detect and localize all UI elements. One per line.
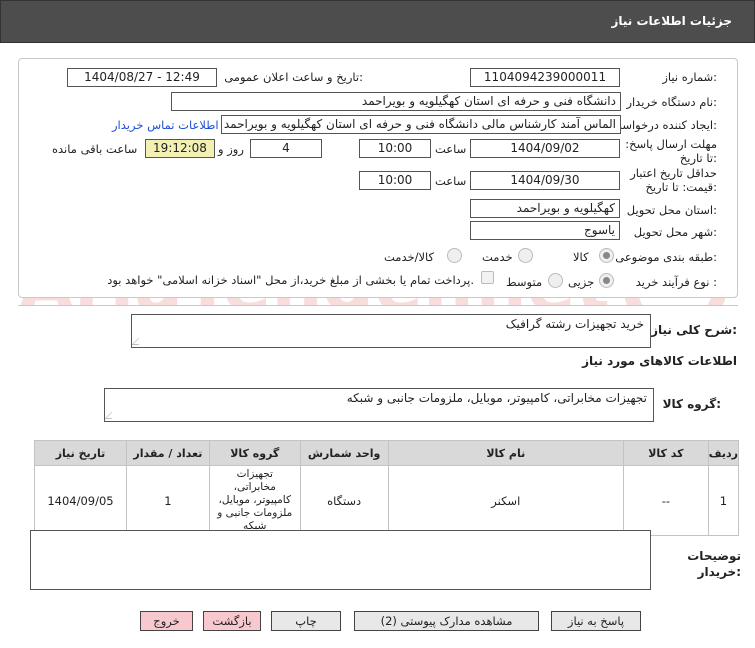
goods-group-textarea[interactable]: تجهیزات مخابراتی، کامپیوتر، موبایل، ملزو… [104, 388, 654, 422]
price-time-label: ساعت [435, 174, 467, 188]
announce-datetime-field: 1404/08/27 - 12:49 [67, 68, 217, 87]
process-radio-minor[interactable] [599, 273, 614, 288]
description-label: شرح کلی نیاز: [651, 323, 737, 337]
price-validity-label: حداقل تاریخ اعتبار قیمت: تا تاریخ: [630, 166, 717, 194]
col-header-item-code: کد کالا [622, 440, 709, 466]
category-label: طبقه بندی موضوعی: [615, 250, 717, 264]
price-validity-time: 10:00 [359, 171, 431, 190]
days-label: روز و [218, 142, 244, 156]
resize-grip-icon [131, 338, 146, 345]
cell-row-number: 1 [707, 465, 740, 536]
cell-item-code: -- [622, 465, 709, 536]
description-textarea[interactable]: خرید تجهیزات رشته گرافیک [131, 314, 651, 348]
category-radio-goods-service[interactable] [447, 248, 462, 263]
need-number-label: شماره نیاز: [662, 70, 717, 84]
print-button[interactable]: چاپ [271, 611, 341, 631]
remaining-time-label: ساعت باقی مانده [52, 142, 138, 156]
cell-quantity: 1 [125, 465, 210, 536]
table-row[interactable]: 1 -- اسکنر دستگاه تجهیزات مخابراتی، کامپ… [34, 465, 740, 536]
reply-time-label: ساعت [435, 142, 467, 156]
page-header: جزئیات اطلاعات نیاز [0, 0, 755, 43]
creator-field: الماس آمند کارشناس مالی دانشگاه فنی و حر… [221, 115, 621, 134]
delivery-city-label: شهر محل تحویل: [633, 225, 717, 239]
category-radio-service[interactable] [518, 248, 533, 263]
delivery-province-field: کهگیلویه و بویراحمد [470, 199, 620, 218]
goods-group-text: تجهیزات مخابراتی، کامپیوتر، موبایل، ملزو… [346, 391, 647, 405]
col-header-row-number: ردیف [707, 440, 740, 466]
reply-deadline-date: 1404/09/02 [470, 139, 620, 158]
goods-info-title: اطلاعات کالاهای مورد نیاز [582, 354, 737, 368]
remaining-days: 4 [250, 139, 322, 158]
exit-button[interactable]: خروج [140, 611, 193, 631]
description-text: خرید تجهیزات رشته گرافیک [505, 317, 644, 331]
col-header-need-date: تاریخ نیاز [34, 440, 127, 466]
buyer-org-field: دانشگاه فنی و حرفه ای استان کهگیلویه و ب… [171, 92, 621, 111]
col-header-goods-group: گروه کالا [208, 440, 301, 466]
category-option-service: خدمت [482, 250, 513, 264]
process-option-medium: متوسط [506, 275, 543, 289]
buyer-org-label: نام دستگاه خریدار: [626, 95, 717, 109]
buyer-contact-link[interactable]: اطلاعات تماس خریدار [112, 118, 219, 132]
cell-item-name: اسکنر [387, 465, 624, 536]
cell-need-date: 1404/09/05 [34, 465, 127, 536]
back-button[interactable]: بازگشت [203, 611, 261, 631]
col-header-unit: واحد شمارش [299, 440, 389, 466]
reply-deadline-label: مهلت ارسال پاسخ: تا تاریخ: [625, 137, 717, 165]
process-option-minor: جزیی [568, 275, 595, 289]
delivery-city-field: یاسوج [470, 221, 620, 240]
col-header-item-name: نام کالا [387, 440, 624, 466]
cell-unit: دستگاه [299, 465, 389, 536]
announce-datetime-label: تاریخ و ساعت اعلان عمومی: [224, 70, 363, 84]
page-title: جزئیات اطلاعات نیاز [611, 14, 732, 28]
category-option-goods: کالا [573, 250, 589, 264]
view-attachments-button[interactable]: مشاهده مدارک پیوستی (2) [354, 611, 539, 631]
cell-goods-group: تجهیزات مخابراتی، کامپیوتر، موبایل، ملزو… [208, 465, 301, 536]
need-number-field: 1104094239000011 [470, 68, 620, 87]
creator-label: ایجاد کننده درخواست: [611, 118, 717, 132]
delivery-province-label: استان محل تحویل: [626, 203, 717, 217]
goods-group-label: گروه کالا: [662, 397, 721, 411]
price-validity-date: 1404/09/30 [470, 171, 620, 190]
category-radio-goods[interactable] [599, 248, 614, 263]
category-option-goods-service: کالا/خدمت [384, 250, 435, 264]
remaining-time: 19:12:08 [145, 139, 215, 158]
treasury-payment-note: پرداخت تمام یا بخشی از مبلغ خرید،از محل … [107, 273, 474, 287]
treasury-payment-checkbox[interactable] [481, 271, 494, 284]
buyer-notes-textarea[interactable] [30, 530, 651, 590]
items-table: ردیف کد کالا نام کالا واحد شمارش گروه کا… [34, 440, 740, 536]
reply-button[interactable]: پاسخ به نیاز [551, 611, 641, 631]
resize-grip-icon [104, 412, 119, 419]
process-radio-medium[interactable] [548, 273, 563, 288]
buyer-notes-label: توضیحات خریدار: [687, 549, 741, 579]
col-header-quantity: تعداد / مقدار [125, 440, 210, 466]
reply-deadline-time: 10:00 [359, 139, 431, 158]
process-label: نوع فرآیند خرید : [635, 275, 717, 289]
table-header-row: ردیف کد کالا نام کالا واحد شمارش گروه کا… [34, 440, 740, 466]
